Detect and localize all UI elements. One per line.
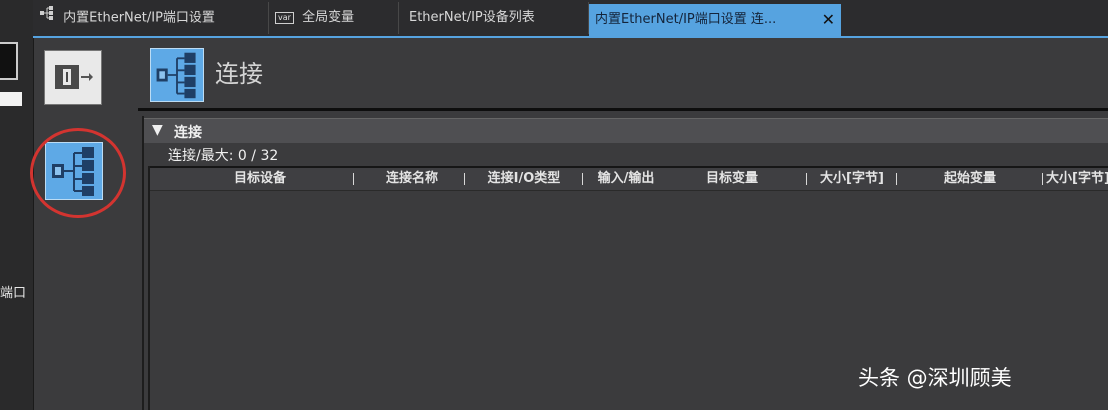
count-label: 连接/最大: xyxy=(168,148,234,164)
panel-title: 连接 xyxy=(174,125,202,141)
watermark: 头条 @深圳顾美 xyxy=(858,366,1012,390)
tab-label: EtherNet/IP设备列表 xyxy=(409,10,535,25)
count-separator: / xyxy=(251,148,256,164)
panel-header[interactable]: ▼ 连接 xyxy=(144,118,1108,143)
column-separator[interactable] xyxy=(464,173,465,185)
tab-label: 内置EtherNet/IP端口设置 连... xyxy=(595,12,777,27)
tab-bar: 内置EtherNet/IP端口设置 var 全局变量 EtherNet/IP设备… xyxy=(33,0,1108,38)
tree-network-icon xyxy=(39,2,55,34)
left-edge-strip: 端口 xyxy=(0,0,34,410)
tab-ethernet-ip-device-list[interactable]: EtherNet/IP设备列表 xyxy=(399,2,589,34)
column-header-target-variable[interactable]: 目标变量 xyxy=(670,170,794,188)
edge-box xyxy=(0,42,18,80)
port-settings-button[interactable] xyxy=(44,50,102,105)
edge-cut-label: 端口 xyxy=(0,286,27,301)
column-header-target-device[interactable]: 目标设备 xyxy=(170,170,350,188)
column-separator[interactable] xyxy=(806,173,807,185)
tab-ethernet-ip-port-settings-connection[interactable]: 内置EtherNet/IP端口设置 连... ✕ xyxy=(589,4,841,36)
tab-global-variables[interactable]: var 全局变量 xyxy=(269,2,399,34)
tab-ethernet-ip-port-settings[interactable]: 内置EtherNet/IP端口设置 xyxy=(33,2,269,34)
column-header-size-bytes[interactable]: 大小[字节] xyxy=(810,170,894,188)
table-header-row: 目标设备 连接名称 连接I/O类型 输入/输出 目标变量 大小[字节] 起始变量… xyxy=(150,166,1108,191)
connection-tree-icon xyxy=(150,48,204,102)
collapse-triangle-icon[interactable]: ▼ xyxy=(152,122,163,138)
page-title: 连接 xyxy=(215,60,263,88)
port-icon xyxy=(45,51,101,104)
tab-label: 全局变量 xyxy=(302,10,355,25)
edge-item[interactable] xyxy=(0,92,22,106)
count-value: 0 xyxy=(237,148,247,164)
column-header-size-bytes-2[interactable]: 大小[字节] xyxy=(1046,170,1108,188)
column-header-origin-variable[interactable]: 起始变量 xyxy=(902,170,1038,188)
close-icon[interactable]: ✕ xyxy=(822,4,835,36)
app-window: 端口 内置EtherNet/IP端口设置 var 全局变量 EtherNet/I… xyxy=(0,0,1108,410)
column-header-connection-name[interactable]: 连接名称 xyxy=(362,170,462,188)
column-header-input-output[interactable]: 输入/输出 xyxy=(586,170,666,188)
column-separator[interactable] xyxy=(582,173,583,185)
var-badge-icon: var xyxy=(275,11,294,24)
column-separator[interactable] xyxy=(896,173,897,185)
highlight-circle xyxy=(30,128,126,218)
connection-count: 连接/最大: 0 / 32 xyxy=(168,145,278,165)
column-separator[interactable] xyxy=(1042,173,1043,185)
page-header: 连接 xyxy=(138,38,1108,111)
column-separator[interactable] xyxy=(353,173,354,185)
settings-nav-column xyxy=(30,38,138,410)
count-max: 32 xyxy=(260,148,279,164)
column-header-connection-io-type[interactable]: 连接I/O类型 xyxy=(470,170,578,188)
tab-label: 内置EtherNet/IP端口设置 xyxy=(63,10,215,26)
